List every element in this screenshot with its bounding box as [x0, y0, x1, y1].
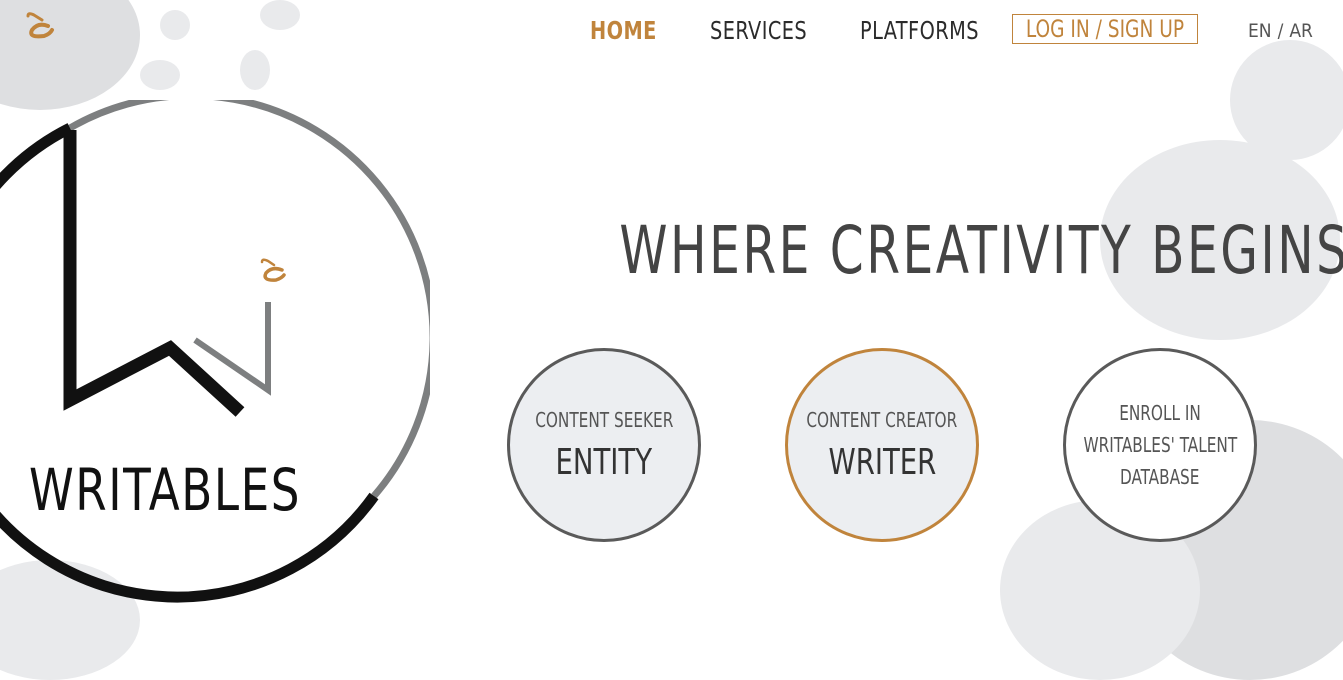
writables-logo: WRITABLES: [0, 100, 430, 603]
enroll-line-1: ENROLL IN: [1119, 401, 1201, 425]
writer-card-title: WRITER: [828, 441, 936, 483]
nav-home[interactable]: HOME: [590, 16, 657, 45]
logo-wordmark: WRITABLES: [29, 458, 301, 525]
lang-separator: /: [1277, 20, 1284, 42]
entity-card-title: ENTITY: [555, 441, 653, 483]
writer-card-subtitle: CONTENT CREATOR: [806, 407, 958, 432]
writer-card[interactable]: CONTENT CREATOR WRITER: [785, 348, 979, 542]
main-nav: HOME SERVICES PLATFORMS LOG IN / SIGN UP…: [560, 14, 1330, 48]
lang-en[interactable]: EN: [1248, 20, 1272, 42]
language-switcher: EN / AR: [1248, 20, 1313, 42]
writables-mark-icon[interactable]: [22, 10, 56, 44]
enroll-line-3: DATABASE: [1120, 465, 1200, 489]
enroll-line-2: WRITABLES' TALENT: [1083, 433, 1237, 457]
hero-headline: WHERE CREATIVITY BEGINS: [619, 212, 1343, 289]
login-signup-label: LOG IN / SIGN UP: [1025, 15, 1185, 43]
nav-services[interactable]: SERVICES: [710, 16, 807, 45]
lang-ar[interactable]: AR: [1289, 20, 1313, 42]
entity-card[interactable]: CONTENT SEEKER ENTITY: [507, 348, 701, 542]
enroll-talent-card[interactable]: ENROLL IN WRITABLES' TALENT DATABASE: [1063, 348, 1257, 542]
nav-platforms[interactable]: PLATFORMS: [860, 16, 979, 45]
login-signup-button[interactable]: LOG IN / SIGN UP: [1012, 14, 1198, 44]
entity-card-subtitle: CONTENT SEEKER: [534, 407, 674, 432]
